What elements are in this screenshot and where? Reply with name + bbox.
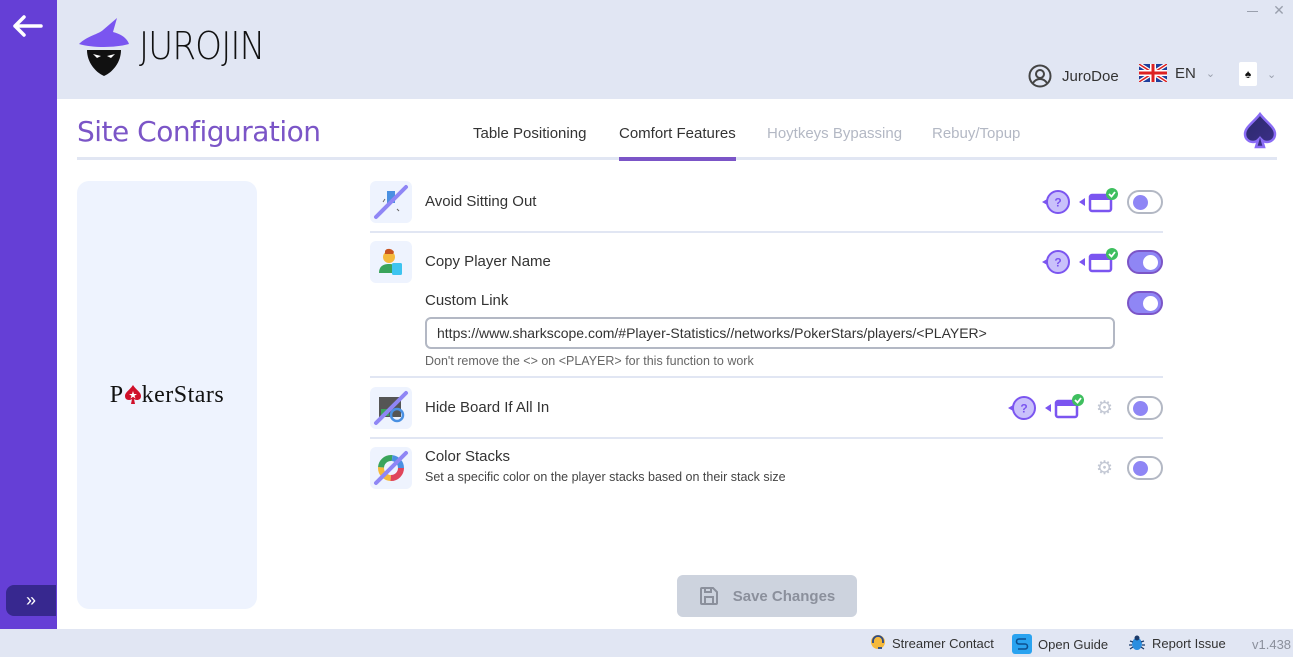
logo-text-suffix: kerStars [141,381,225,408]
sidebar: » [0,0,57,629]
custom-link-toggle[interactable] [1127,291,1163,315]
double-chevron-right-icon: » [25,590,36,610]
header: JUROJIN ✕ JuroDoe EN ⌄ ♠ ⌄ [57,0,1293,99]
wizard-logo-icon [79,18,129,76]
toggle-knob [1133,461,1148,476]
user-menu[interactable]: JuroDoe [1028,64,1119,88]
save-changes-label: Save Changes [732,587,836,605]
save-changes-button[interactable]: Save Changes [677,575,857,617]
footer-label: Report Issue [1152,635,1226,651]
close-button[interactable]: ✕ [1271,2,1287,20]
feature-description: Set a specific color on the player stack… [425,470,786,484]
custom-link-hint: Don't remove the <> on <PLAYER> for this… [425,354,754,368]
toggle-knob [1143,296,1158,311]
divider [370,437,1163,439]
svg-text:?: ? [1020,402,1027,416]
chevron-down-icon: ⌄ [1267,68,1277,81]
language-code: EN [1175,64,1196,82]
pokerstars-spade-icon [124,385,141,404]
card-deck-selector[interactable]: ♠ ⌄ [1239,62,1276,86]
site-panel: P kerStars [77,181,257,609]
footer: Streamer Contact Open Guide Report Issue… [0,629,1293,657]
settings-gear-icon[interactable]: ⚙ [1096,457,1113,480]
help-icon[interactable]: ? [1040,190,1072,214]
main-panel: Site Configuration Table Positioning Com… [57,99,1293,629]
version-label: v1.438 [1252,637,1292,652]
svg-text:?: ? [1054,196,1061,210]
open-guide-link[interactable]: Open Guide [1012,634,1108,654]
color-stacks-toggle[interactable] [1127,456,1163,480]
custom-link-input[interactable] [425,317,1115,349]
page-title: Site Configuration [77,115,321,148]
feature-title: Avoid Sitting Out [425,193,537,210]
expand-sidebar-button[interactable]: » [6,585,56,616]
uk-flag-icon [1139,64,1167,82]
back-button[interactable] [8,8,46,44]
language-selector[interactable]: EN ⌄ [1139,64,1215,82]
chevron-down-icon: ⌄ [1205,67,1216,80]
headset-icon [871,635,885,649]
toggle-knob [1133,401,1148,416]
feature-title: Hide Board If All In [425,399,550,416]
avoid-sitting-out-toggle[interactable] [1127,190,1163,214]
brand-name: JUROJIN [139,24,265,68]
feature-title: Color Stacks [425,448,511,465]
hide-board-toggle[interactable] [1127,396,1163,420]
help-icon[interactable]: ? [1006,396,1038,420]
pokerstars-logo: P kerStars [110,382,225,409]
arrow-left-icon [13,15,43,37]
copy-player-icon [370,241,412,283]
logo: JUROJIN [77,16,278,76]
ace-of-spades-icon: ♠ [1239,62,1257,86]
window-check-icon[interactable] [1077,187,1121,213]
window-check-icon[interactable] [1077,247,1121,273]
avoid-sitting-out-icon [370,181,412,223]
help-icon[interactable]: ? [1040,250,1072,274]
divider [370,231,1163,233]
spade-icon [1243,112,1277,149]
divider [370,376,1163,378]
toggle-knob [1143,255,1158,270]
logo-text-prefix: P [109,381,124,408]
footer-label: Open Guide [1038,636,1109,652]
tab-hotkeys-bypassing[interactable]: Hoytkeys Bypassing [767,125,902,142]
bug-icon [1129,635,1145,650]
footer-label: Streamer Contact [892,635,994,651]
custom-link-label: Custom Link [425,292,509,309]
feature-title: Copy Player Name [425,253,551,270]
color-stacks-icon [370,447,412,489]
tab-rebuy-topup[interactable]: Rebuy/Topup [932,125,1020,142]
svg-text:?: ? [1054,256,1061,270]
toggle-knob [1133,195,1148,210]
username: JuroDoe [1062,67,1119,85]
report-issue-link[interactable]: Report Issue [1128,634,1226,652]
window-check-icon[interactable] [1043,393,1087,419]
minimize-button[interactable] [1245,4,1261,18]
floppy-disk-icon [699,587,718,605]
copy-player-name-toggle[interactable] [1127,250,1163,274]
streamer-contact-link[interactable]: Streamer Contact [870,634,994,652]
user-circle-icon [1028,64,1052,88]
hide-board-icon [370,387,412,429]
tab-comfort-features[interactable]: Comfort Features [619,125,736,161]
settings-gear-icon[interactable]: ⚙ [1096,397,1113,420]
feature-row-color-stacks: Color Stacks Set a specific color on the… [370,447,1163,489]
tab-table-positioning[interactable]: Table Positioning [473,125,586,142]
guide-icon [1012,634,1032,654]
